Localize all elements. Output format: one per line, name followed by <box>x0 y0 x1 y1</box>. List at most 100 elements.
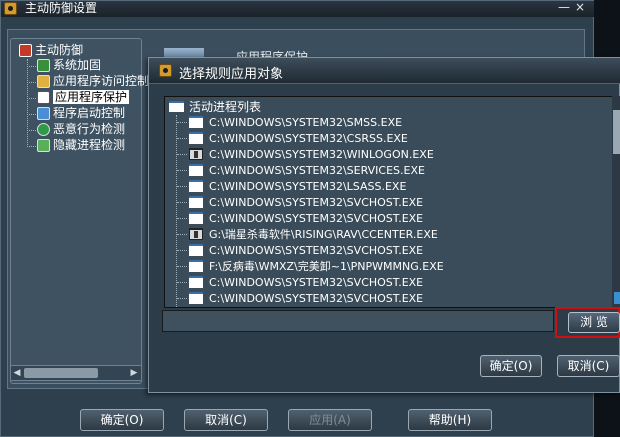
rising-shield-icon <box>4 2 17 15</box>
tree-connector <box>177 154 187 155</box>
tree-item-label: 程序启动控制 <box>53 106 126 120</box>
tree-connector <box>27 146 36 147</box>
process-path: C:\WINDOWS\SYSTEM32\SVCHOST.EXE <box>209 244 424 257</box>
main-ok-button[interactable]: 确定(O) <box>80 409 164 431</box>
main-title-bar[interactable]: 主动防御设置 — × <box>1 1 595 17</box>
tree-item-label: 恶意行为检测 <box>53 122 126 136</box>
process-item[interactable]: C:\WINDOWS\SYSTEM32\SERVICES.EXE <box>177 163 425 179</box>
process-path: C:\WINDOWS\SYSTEM32\SVCHOST.EXE <box>209 276 424 289</box>
process-item[interactable]: C:\WINDOWS\SYSTEM32\CSRSS.EXE <box>177 131 408 147</box>
process-item[interactable]: F:\反病毒\WMXZ\完美卸~1\PNPWMMNG.EXE <box>177 259 444 275</box>
window-icon <box>189 260 203 272</box>
process-path: C:\WINDOWS\SYSTEM32\SVCHOST.EXE <box>209 196 424 209</box>
tree-connector <box>177 202 187 203</box>
window-icon <box>189 164 203 176</box>
process-path: C:\WINDOWS\SYSTEM32\SVCHOST.EXE <box>209 212 424 225</box>
minimize-button[interactable]: — <box>557 1 571 15</box>
hidden-process-icon <box>37 139 50 152</box>
process-item[interactable]: G:\瑞星杀毒软件\RISING\RAV\CCENTER.EXE <box>177 227 438 243</box>
process-path: C:\WINDOWS\SYSTEM32\SVCHOST.EXE <box>209 292 424 305</box>
process-path: C:\WINDOWS\SYSTEM32\WINLOGON.EXE <box>209 148 434 161</box>
tree-connector <box>177 234 187 235</box>
tree-item-program-launch-control[interactable]: 程序启动控制 <box>37 106 125 122</box>
dialog-ok-button[interactable]: 确定(O) <box>480 355 542 377</box>
tree-item-label: 应用程序保护 <box>53 90 130 104</box>
process-list-root[interactable]: 活动进程列表 <box>169 99 261 115</box>
tree-connector <box>177 138 187 139</box>
tree-connector <box>177 250 187 251</box>
tree-root-active-defense[interactable]: 主动防御 <box>19 43 83 59</box>
globe-check-icon <box>37 123 50 136</box>
tree-connector <box>177 282 187 283</box>
tree-connector <box>177 170 187 171</box>
tree-connector <box>177 122 187 123</box>
dialog-title-bar[interactable]: 选择规则应用对象 <box>149 58 620 84</box>
tree-connector <box>177 298 187 299</box>
tree-item-app-protection[interactable]: 应用程序保护 <box>37 90 130 106</box>
tree-item-label: 系统加固 <box>53 58 102 72</box>
scrollbar-thumb[interactable] <box>24 368 98 378</box>
tree-item-label: 隐藏进程检测 <box>53 138 126 152</box>
scroll-down-icon[interactable] <box>614 292 620 304</box>
process-item[interactable]: C:\WINDOWS\SYSTEM32\LSASS.EXE <box>177 179 406 195</box>
tree-item-label: 应用程序访问控制 <box>53 74 150 88</box>
main-cancel-button[interactable]: 取消(C) <box>184 409 268 431</box>
window-icon <box>189 212 203 224</box>
folder-key-icon <box>37 75 50 88</box>
process-path: G:\瑞星杀毒软件\RISING\RAV\CCENTER.EXE <box>209 228 438 241</box>
process-list-vertical-scrollbar[interactable] <box>612 96 620 308</box>
close-button[interactable]: × <box>573 1 587 15</box>
window-icon <box>189 116 203 128</box>
process-item[interactable]: C:\WINDOWS\SYSTEM32\WINLOGON.EXE <box>177 147 434 163</box>
process-item[interactable]: C:\WINDOWS\SYSTEM32\SVCHOST.EXE <box>177 291 423 307</box>
process-path: C:\WINDOWS\SYSTEM32\LSASS.EXE <box>209 180 407 193</box>
main-apply-button[interactable]: 应用(A) <box>288 409 372 431</box>
dialog-title: 选择规则应用对象 <box>179 67 284 82</box>
shield-gear-icon <box>37 59 50 72</box>
process-path: C:\WINDOWS\SYSTEM32\SERVICES.EXE <box>209 164 425 177</box>
tree-connector <box>27 59 28 147</box>
selected-path-input[interactable] <box>162 310 554 332</box>
process-item[interactable]: C:\WINDOWS\SYSTEM32\SVCHOST.EXE <box>177 275 423 291</box>
tree-horizontal-scrollbar[interactable]: ◀ ▶ <box>10 365 142 381</box>
tree-connector <box>27 98 36 99</box>
background-desktop <box>594 0 620 57</box>
app-protect-icon <box>37 91 50 104</box>
process-item[interactable]: C:\WINDOWS\SYSTEM32\SVCHOST.EXE <box>177 243 423 259</box>
tree-item-malicious-behavior[interactable]: 恶意行为检测 <box>37 122 125 138</box>
scroll-right-icon[interactable]: ▶ <box>129 367 139 379</box>
rising-shield-icon <box>159 64 172 77</box>
navigation-tree: 主动防御 系统加固 应用程序访问控制 应用程序保护 程序启动控制 恶意行为检测 … <box>10 38 149 384</box>
window-icon <box>189 196 203 208</box>
tree-connector <box>27 130 36 131</box>
tree-connector <box>177 266 187 267</box>
rising-icon <box>189 228 203 240</box>
background-desktop <box>594 393 620 437</box>
process-item[interactable]: C:\WINDOWS\SYSTEM32\SMSS.EXE <box>177 115 402 131</box>
winlogon-icon <box>189 148 203 160</box>
tree-item-app-access-control[interactable]: 应用程序访问控制 <box>37 74 149 90</box>
process-item[interactable]: C:\WINDOWS\SYSTEM32\SVCHOST.EXE <box>177 195 423 211</box>
window-icon <box>189 292 203 304</box>
window-icon <box>189 132 203 144</box>
process-list[interactable]: 活动进程列表 C:\WINDOWS\SYSTEM32\SMSS.EXE C:\WI… <box>164 96 620 308</box>
process-list-root-label: 活动进程列表 <box>189 100 262 114</box>
tree-item-system-hardening[interactable]: 系统加固 <box>37 58 101 74</box>
scrollbar-thumb[interactable] <box>613 110 620 154</box>
tree-connector <box>27 114 36 115</box>
process-path: C:\WINDOWS\SYSTEM32\SMSS.EXE <box>209 116 403 129</box>
tree-connector <box>27 66 36 67</box>
tree-connector <box>177 218 187 219</box>
window-icon <box>169 101 184 112</box>
tree-connector <box>177 186 187 187</box>
shield-icon <box>19 44 32 57</box>
process-path: C:\WINDOWS\SYSTEM32\CSRSS.EXE <box>209 132 408 145</box>
dialog-cancel-button[interactable]: 取消(C) <box>557 355 620 377</box>
scroll-left-icon[interactable]: ◀ <box>12 367 22 379</box>
process-item[interactable]: C:\WINDOWS\SYSTEM32\SVCHOST.EXE <box>177 211 423 227</box>
tree-item-hidden-process[interactable]: 隐藏进程检测 <box>37 138 125 154</box>
main-help-button[interactable]: 帮助(H) <box>408 409 492 431</box>
main-window-title: 主动防御设置 <box>25 1 98 15</box>
tree-connector <box>27 82 36 83</box>
browse-button[interactable]: 浏 览 <box>568 312 620 333</box>
